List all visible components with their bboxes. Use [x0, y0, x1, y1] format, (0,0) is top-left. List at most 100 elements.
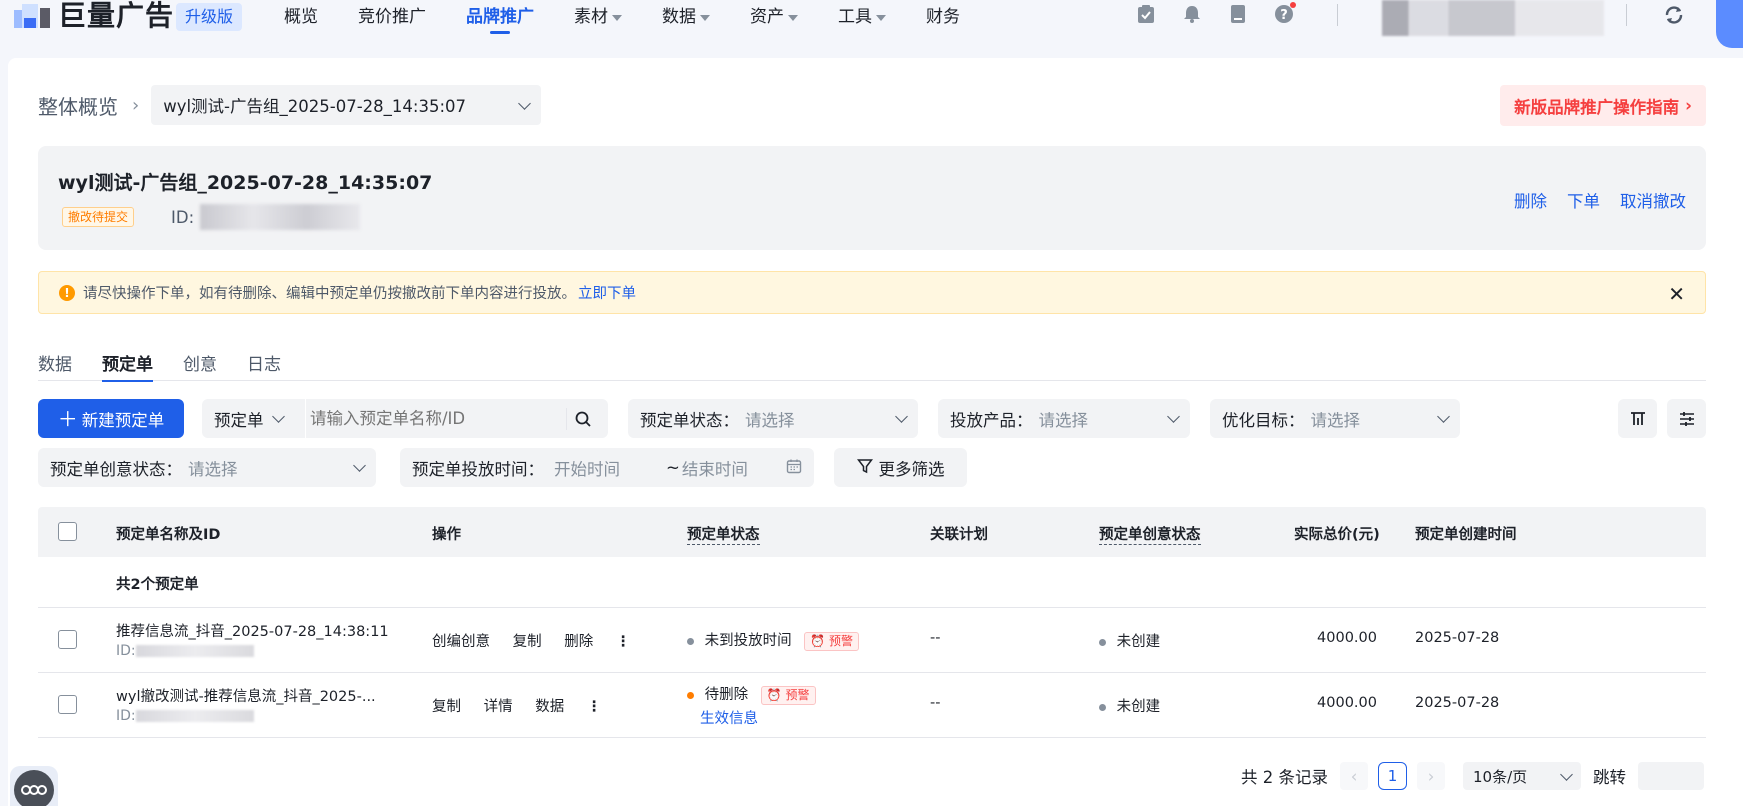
creative-status-select[interactable]: 预定单创意状态： 请选择: [38, 448, 376, 487]
creative-status-placeholder: 请选择: [188, 459, 238, 479]
more-actions-icon[interactable]: ⋮: [616, 634, 631, 650]
edit-creative-button[interactable]: 创编创意: [432, 634, 490, 650]
logo-icon[interactable]: [14, 4, 54, 28]
range-separator: ~: [666, 458, 680, 477]
order-name[interactable]: wyl撤改测试-推荐信息流_抖音_2025-...: [116, 685, 376, 706]
delete-button[interactable]: 删除: [1514, 188, 1547, 212]
delete-row-button[interactable]: 删除: [564, 634, 593, 650]
order-id-redacted: [135, 645, 254, 657]
page-size-select[interactable]: 10条/页: [1463, 762, 1581, 790]
order-status-label: 预定单状态：: [640, 410, 739, 430]
row-actions: 创编创意 复制 删除 ⋮: [432, 630, 630, 651]
notification-dot: [1290, 2, 1296, 8]
tab-orders[interactable]: 预定单: [102, 350, 153, 382]
col-header-ops: 操作: [432, 527, 461, 543]
details-button[interactable]: 详情: [484, 699, 513, 715]
column-settings-icon[interactable]: [1618, 399, 1657, 438]
cancel-revision-button[interactable]: 取消撤改: [1620, 188, 1686, 212]
order-status-placeholder: 请选择: [745, 410, 795, 430]
new-order-button[interactable]: ＋ 新建预定单: [38, 399, 184, 438]
search-icon[interactable]: [566, 407, 591, 430]
tab-data[interactable]: 数据: [38, 350, 72, 381]
col-header-creative-status[interactable]: 预定单创意状态: [1099, 523, 1201, 545]
product-select[interactable]: 投放产品： 请选择: [938, 399, 1190, 438]
jump-page-input[interactable]: [1638, 762, 1704, 790]
delivery-time-label: 预定单投放时间：: [412, 459, 544, 479]
order-status-select[interactable]: 预定单状态： 请选择: [628, 399, 918, 438]
chevron-down-icon: [1437, 410, 1450, 423]
product-placeholder: 请选择: [1038, 410, 1089, 430]
tab-logs[interactable]: 日志: [247, 350, 281, 381]
start-time-input[interactable]: 开始时间: [554, 456, 664, 480]
select-all-checkbox[interactable]: [58, 522, 77, 541]
help-icon[interactable]: ?: [1272, 2, 1296, 26]
status-dot: [1099, 703, 1106, 711]
clipboard-check-icon[interactable]: [1134, 2, 1158, 26]
delivery-time-range[interactable]: 预定单投放时间： 开始时间 ~ 结束时间: [400, 448, 814, 487]
status-badge: 撤改待提交: [62, 207, 135, 227]
nav-item-tools[interactable]: 工具: [838, 0, 886, 34]
id-value-redacted: [200, 204, 360, 230]
col-header-created: 预定单创建时间: [1415, 527, 1517, 543]
bell-icon[interactable]: [1180, 2, 1204, 26]
row-checkbox[interactable]: [58, 630, 77, 649]
chevron-down-icon: [788, 15, 798, 21]
prev-page-icon[interactable]: ‹: [1340, 762, 1368, 790]
alert-order-link[interactable]: 立即下单: [578, 282, 636, 303]
place-order-button[interactable]: 下单: [1567, 188, 1600, 212]
search-type-select[interactable]: 预定单: [202, 399, 306, 438]
col-header-price: 实际总价(元): [1294, 527, 1380, 543]
guide-button[interactable]: 新版品牌推广操作指南 ›: [1500, 85, 1706, 126]
close-icon[interactable]: ✕: [1668, 282, 1685, 306]
order-name[interactable]: 推荐信息流_抖音_2025-07-28_14:38:11: [116, 620, 389, 641]
data-button[interactable]: 数据: [535, 699, 564, 715]
alert-badge[interactable]: ⏰ 预警: [804, 632, 860, 651]
order-status-cell: 未到投放时间 ⏰ 预警: [687, 629, 860, 651]
ad-group-info-card: wyl测试-广告组_2025-07-28_14:35:07 撤改待提交 ID: …: [38, 146, 1706, 250]
sync-icon[interactable]: [1663, 4, 1685, 30]
chevron-down-icon: [612, 15, 622, 21]
nav-item-assets[interactable]: 资产: [750, 0, 798, 34]
chevron-down-icon: [518, 96, 532, 110]
copy-button[interactable]: 复制: [432, 699, 461, 715]
nav-item-material[interactable]: 素材: [574, 0, 622, 34]
support-avatar[interactable]: [10, 766, 58, 806]
breadcrumb-root[interactable]: 整体概览: [38, 91, 118, 120]
copy-button[interactable]: 复制: [513, 634, 542, 650]
more-actions-icon[interactable]: ⋮: [587, 699, 602, 715]
document-icon[interactable]: [1226, 2, 1250, 26]
product-label: 投放产品：: [950, 410, 1033, 430]
goal-select[interactable]: 优化目标： 请选择: [1210, 399, 1460, 438]
order-name-cell: wyl撤改测试-推荐信息流_抖音_2025-... ID:: [116, 685, 376, 724]
row-checkbox[interactable]: [58, 695, 77, 714]
assistant-avatar[interactable]: [1716, 0, 1743, 48]
nav-item-overview[interactable]: 概览: [284, 0, 318, 34]
alert-badge[interactable]: ⏰ 预警: [760, 686, 816, 705]
nav-item-data[interactable]: 数据: [662, 0, 710, 34]
pagination: 共 2 条记录 ‹ 1 › 10条/页 跳转: [1241, 762, 1704, 790]
nav-item-bidding[interactable]: 竞价推广: [358, 0, 426, 34]
next-page-icon[interactable]: ›: [1417, 762, 1445, 790]
filter-settings-icon[interactable]: [1667, 399, 1706, 438]
nav-item-finance[interactable]: 财务: [926, 0, 960, 34]
ad-group-select[interactable]: wyl测试-广告组_2025-07-28_14:35:07: [151, 85, 542, 125]
orders-table: 预定单名称及ID 操作 预定单状态 关联计划 预定单创意状态 实际总价(元) 预…: [38, 507, 1706, 738]
end-time-input[interactable]: 结束时间: [682, 456, 786, 480]
more-filters-button[interactable]: 更多筛选: [834, 448, 967, 487]
total-records: 共 2 条记录: [1241, 768, 1328, 787]
upgrade-badge[interactable]: 升级版: [176, 3, 243, 31]
col-header-status[interactable]: 预定单状态: [687, 523, 760, 545]
logo-text[interactable]: 巨量广告: [58, 0, 174, 32]
calendar-icon[interactable]: [786, 458, 802, 478]
effective-info-link[interactable]: 生效信息: [700, 707, 816, 728]
total-price: 4000.00: [1317, 630, 1377, 646]
order-id: ID:: [116, 643, 389, 659]
nav-item-brand[interactable]: 品牌推广: [466, 0, 534, 34]
user-account[interactable]: [1382, 0, 1604, 36]
search-group: 预定单: [202, 399, 608, 438]
divider: [1337, 4, 1338, 26]
tab-creative[interactable]: 创意: [183, 350, 217, 381]
search-input[interactable]: [306, 409, 566, 428]
table-row: wyl撤改测试-推荐信息流_抖音_2025-... ID: 复制 详情 数据 ⋮…: [38, 673, 1706, 738]
page-1-button[interactable]: 1: [1378, 762, 1407, 790]
